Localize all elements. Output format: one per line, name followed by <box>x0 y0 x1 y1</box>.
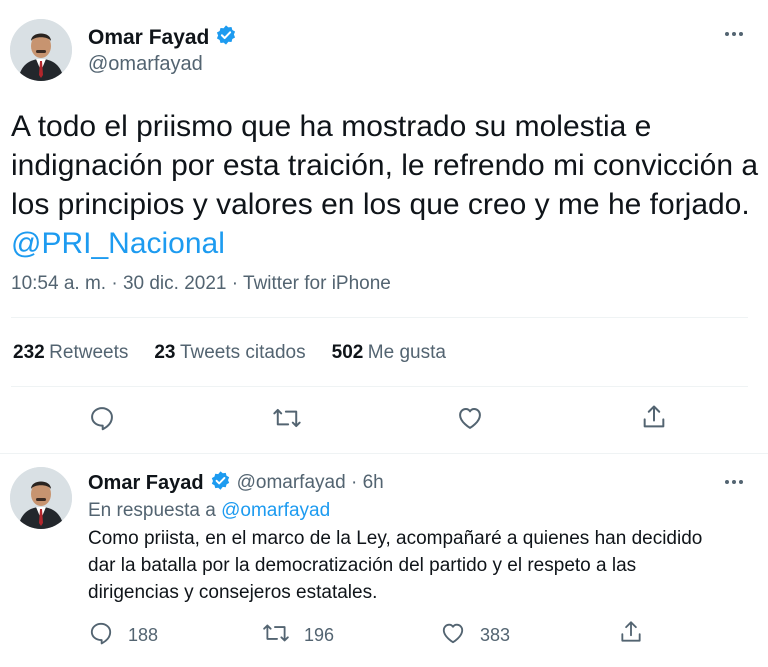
like-count: 383 <box>480 625 511 645</box>
like-icon[interactable] <box>456 404 484 437</box>
author-name[interactable]: Omar Fayad <box>88 472 204 495</box>
separator: · <box>345 472 363 493</box>
tweet-time[interactable]: 10:54 a. m. <box>11 273 106 294</box>
replying-to-handle[interactable]: @omarfayad <box>221 500 330 521</box>
author-handle[interactable]: @omarfayad <box>88 53 203 76</box>
reply-text-line: dirigencias y consejeros estatales. <box>88 582 378 603</box>
author-line: Omar Fayad <box>88 24 237 51</box>
verified-badge-icon <box>215 24 237 51</box>
share-icon[interactable] <box>640 403 668 436</box>
tweet-body: A todo el priismo que ha mostrado su mol… <box>11 110 759 221</box>
like-button[interactable]: 383 <box>440 620 510 651</box>
retweet-button[interactable]: 196 <box>262 620 334 651</box>
avatar[interactable] <box>10 467 72 529</box>
divider <box>0 453 768 454</box>
retweets-label: Retweets <box>49 342 129 363</box>
author-name[interactable]: Omar Fayad <box>88 26 209 50</box>
tweet-age[interactable]: 6h <box>363 472 384 494</box>
retweets-count: 232 <box>13 342 45 363</box>
quotes-count: 23 <box>154 342 176 363</box>
replying-to-prefix: En respuesta a <box>88 500 216 521</box>
reply-icon <box>88 620 114 651</box>
tweet-metadata: 10:54 a. m. · 30 dic. 2021 · Twitter for… <box>11 273 391 295</box>
quotes-stat[interactable]: 23 Tweets citados <box>154 342 305 364</box>
share-icon <box>618 619 644 650</box>
author-handle[interactable]: @omarfayad <box>237 472 346 494</box>
avatar-image <box>10 467 72 529</box>
reply-text-line: Como priista, en el marco de la Ley, aco… <box>88 528 703 549</box>
reply-author-line: Omar Fayad @omarfayad · 6h <box>88 470 384 496</box>
retweets-stat[interactable]: 232 Retweets <box>13 342 128 364</box>
likes-count: 502 <box>331 342 364 363</box>
separator: · <box>231 273 244 294</box>
tweet-source[interactable]: Twitter for iPhone <box>243 273 391 294</box>
mention-link[interactable]: @PRI_Nacional <box>11 227 225 260</box>
like-icon <box>440 620 466 651</box>
reply-text-line: dar la batalla por la democratización de… <box>88 555 637 576</box>
likes-label: Me gusta <box>367 342 446 363</box>
divider <box>11 317 748 318</box>
reply-text: Como priista, en el marco de la Ley, aco… <box>88 525 758 606</box>
divider <box>11 386 748 387</box>
likes-stat[interactable]: 502 Me gusta <box>332 342 446 364</box>
separator: · <box>111 273 123 294</box>
more-icon[interactable] <box>722 470 746 500</box>
reply-icon[interactable] <box>88 404 116 437</box>
tweet-stats: 232 Retweets 23 Tweets citados 502 Me gu… <box>13 342 446 364</box>
retweet-count: 196 <box>304 625 335 645</box>
retweet-icon <box>262 620 290 651</box>
retweet-icon[interactable] <box>272 404 302 437</box>
replying-to: En respuesta a @omarfayad <box>88 500 330 522</box>
more-icon[interactable] <box>722 22 746 52</box>
share-button[interactable] <box>618 619 644 650</box>
tweet-date[interactable]: 30 dic. 2021 <box>123 273 227 294</box>
tweet-text: A todo el priismo que ha mostrado su mol… <box>11 107 761 263</box>
avatar[interactable] <box>10 19 72 81</box>
avatar-image <box>10 19 72 81</box>
quotes-label: Tweets citados <box>179 342 306 363</box>
reply-count: 188 <box>128 625 159 645</box>
verified-badge-icon <box>210 470 231 496</box>
reply-button[interactable]: 188 <box>88 620 158 651</box>
